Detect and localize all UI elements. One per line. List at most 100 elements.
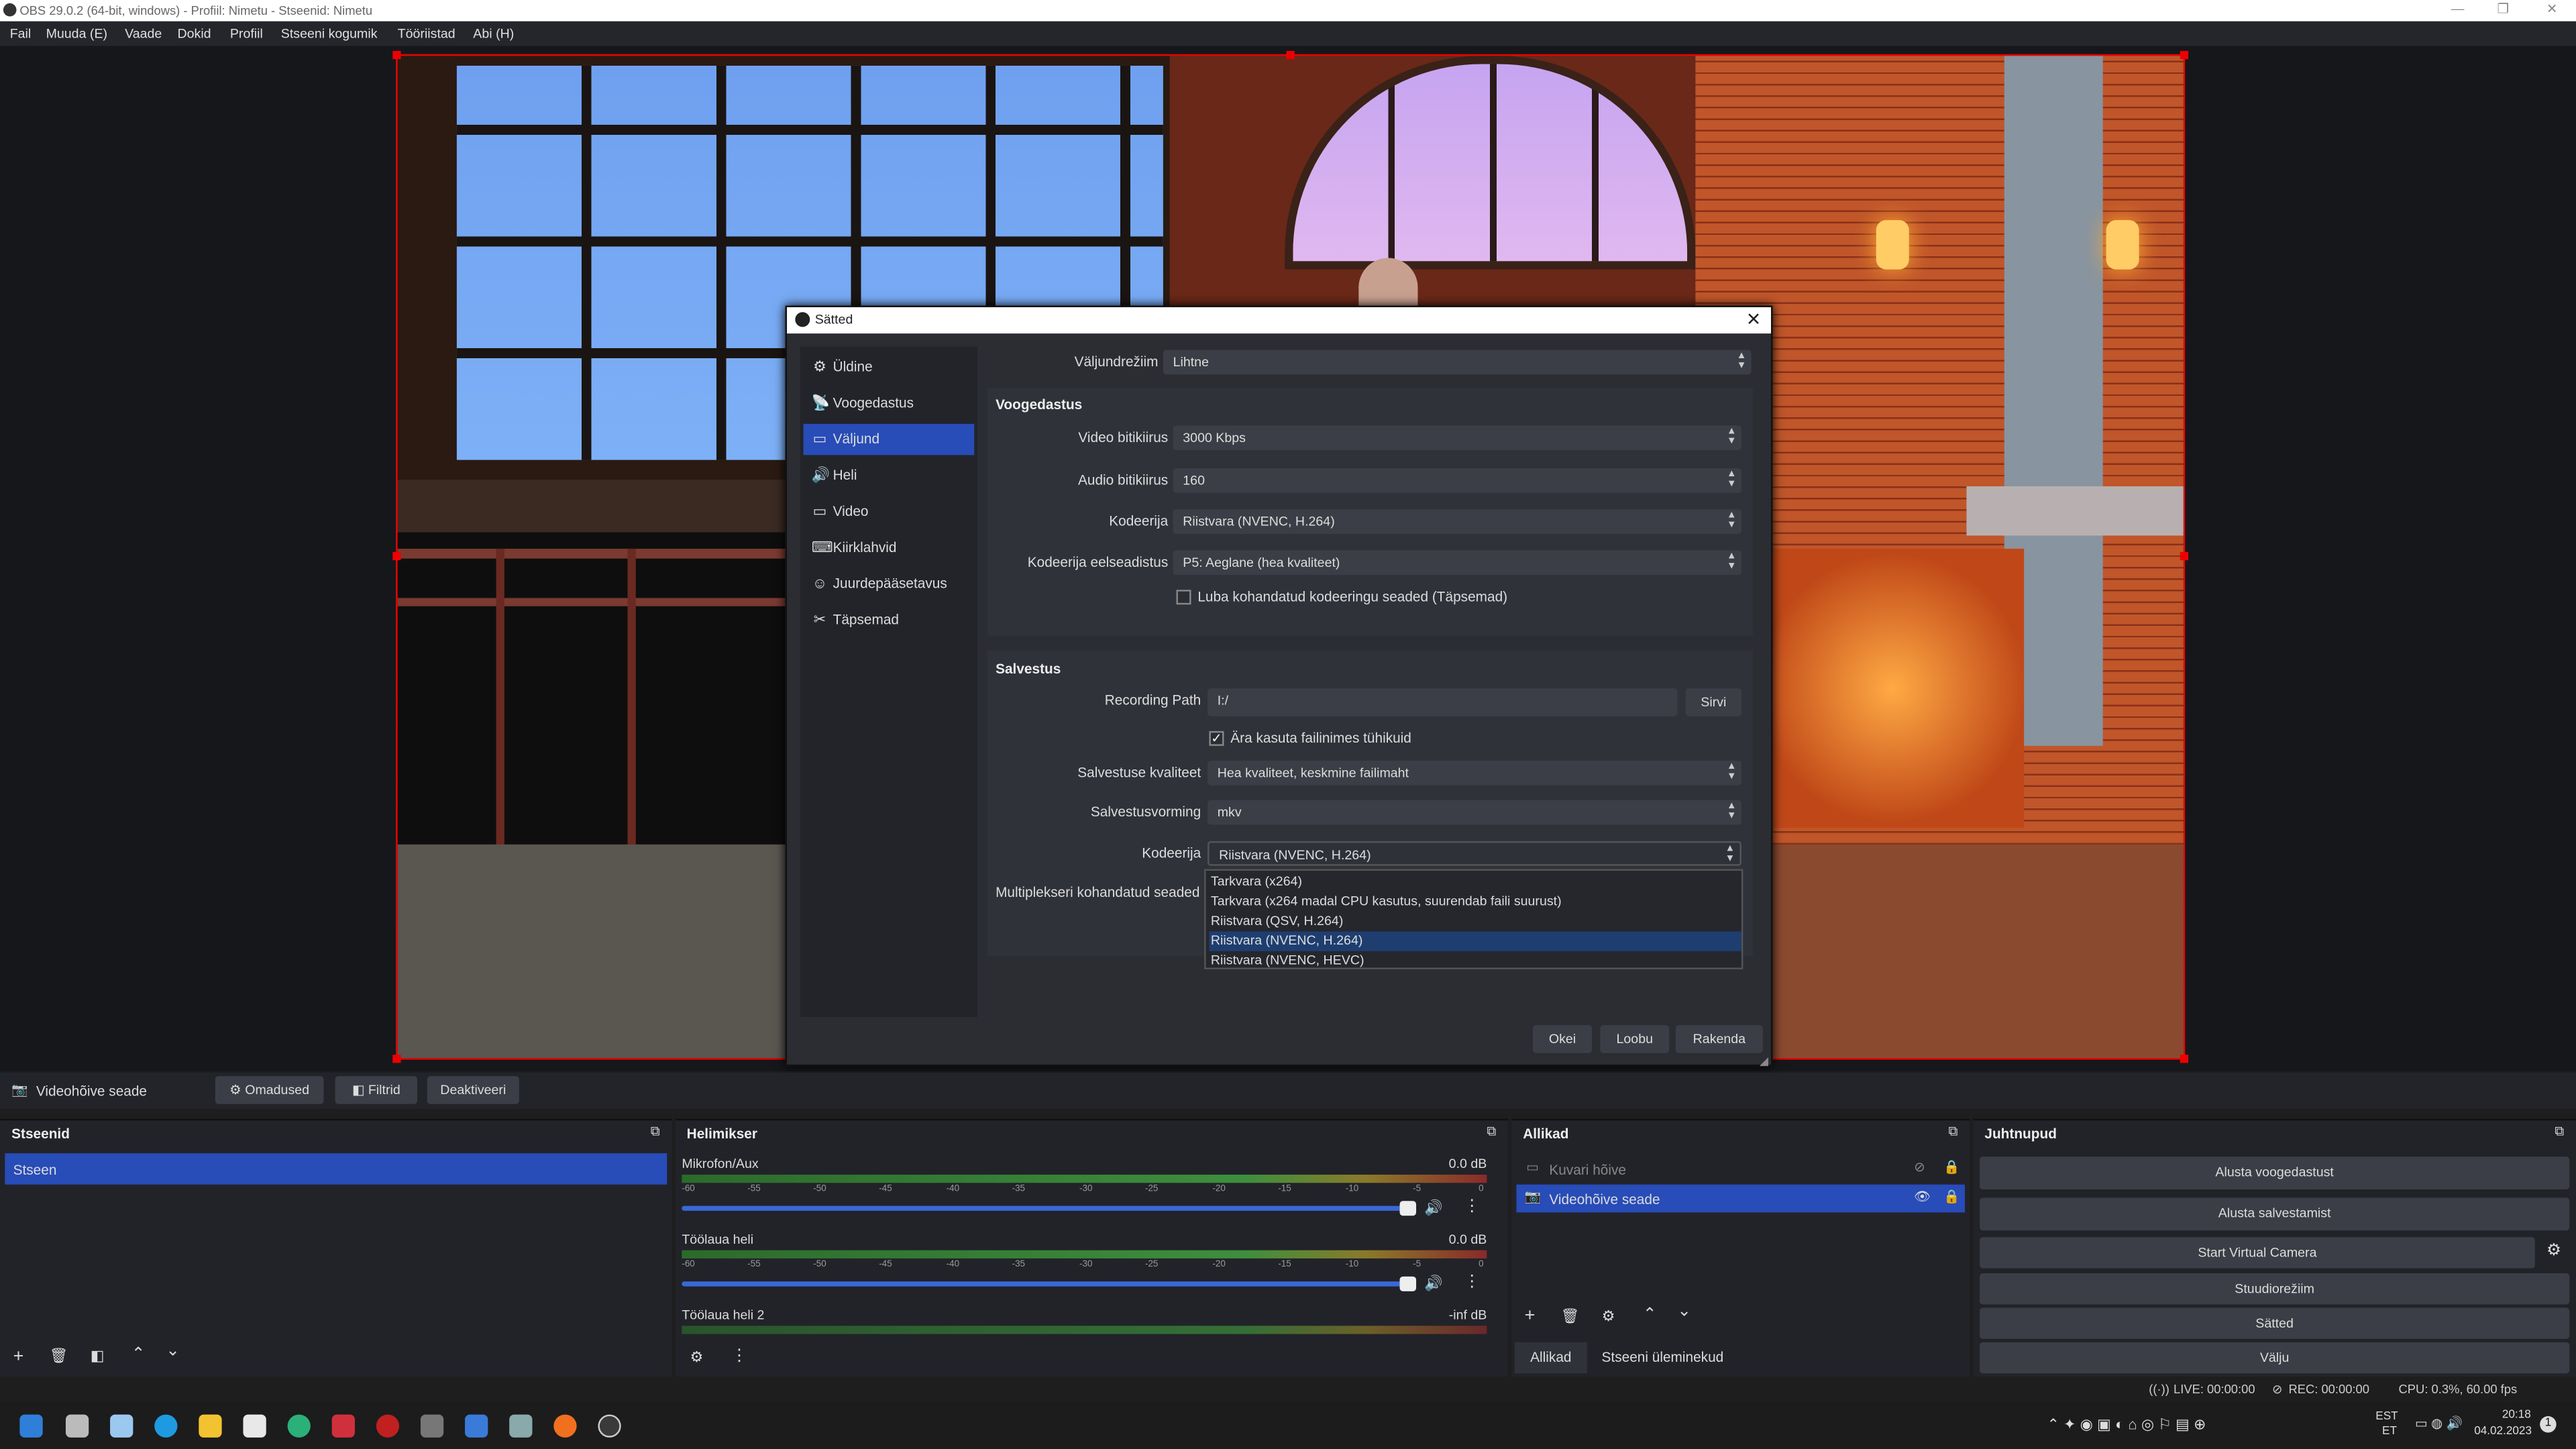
task-view-icon[interactable] [65,1414,89,1438]
lock-icon[interactable]: 🔒 [1943,1160,1960,1175]
video-bitrate-spinbox[interactable]: 3000 Kbps ▲ ▼ [1173,425,1741,451]
settings-button[interactable]: Sätted [1980,1307,2570,1339]
volume-slider[interactable] [682,1281,1415,1287]
volume-slider-handle[interactable] [1399,1276,1417,1291]
properties-button[interactable]: ⚙ Omadused [215,1076,324,1104]
resize-handle[interactable] [2180,1055,2189,1063]
resize-handle[interactable] [1286,50,1295,60]
language-indicator[interactable]: EST [2375,1411,2398,1423]
app-icon[interactable] [465,1414,488,1438]
nav-item-accessibility[interactable]: ☺ Juurdepääsetavus [804,568,975,600]
recording-path-input[interactable]: I:/ [1208,688,1678,716]
close-icon[interactable]: ✕ [1746,309,1762,330]
browse-button[interactable]: Sirvi [1685,688,1741,716]
encoder-option[interactable]: Riistvara (NVENC, HEVC) [1209,951,1741,971]
file-explorer-icon[interactable] [199,1414,222,1438]
encoder-option[interactable]: Tarkvara (x264 madal CPU kasutus, suuren… [1209,892,1741,912]
resize-handle[interactable] [2180,551,2189,561]
output-mode-select[interactable]: Lihtne ▲ ▼ [1163,350,1752,375]
advanced-audio-gear-icon[interactable]: ⚙ [690,1349,704,1367]
volume-slider-handle[interactable] [1399,1201,1417,1216]
resize-handle[interactable] [392,1055,401,1063]
kebab-menu-icon[interactable]: ⋮ [1464,1197,1480,1216]
store-icon[interactable] [243,1414,266,1438]
studio-mode-button[interactable]: Stuudiorežiim [1980,1273,2570,1305]
volume-slider[interactable] [682,1205,1415,1211]
recording-quality-select[interactable]: Hea kvaliteet, keskmine failimaht ▲ ▼ [1208,760,1741,786]
undock-icon[interactable]: ⧉ [2555,1124,2564,1140]
eye-icon[interactable]: 👁 [1914,1189,1931,1204]
recording-encoder-select[interactable]: Riistvara (NVENC, H.264) ▲ ▼ [1208,841,1741,866]
speaker-icon[interactable]: 🔊 [1424,1275,1442,1293]
apply-button[interactable]: Rakenda [1675,1025,1763,1053]
resize-handle[interactable] [392,551,401,561]
chevron-up-icon[interactable]: ⌃ [1643,1306,1657,1324]
app-icon[interactable] [376,1414,400,1438]
lock-icon[interactable]: 🔒 [1943,1189,1960,1204]
encoder-preset-select[interactable]: P5: Aeglane (hea kvaliteet) ▲ ▼ [1173,550,1741,576]
weather-icon[interactable] [110,1414,133,1438]
network-volume-icons[interactable]: ▭ ◍ 🔊 [2415,1416,2463,1431]
stream-encoder-select[interactable]: Riistvara (NVENC, H.264) ▲ ▼ [1173,509,1741,534]
clock-date[interactable]: 04.02.2023 [2474,1426,2532,1438]
undock-icon[interactable]: ⧉ [651,1124,660,1140]
nav-item-stream[interactable]: 📡 Voogedastus [804,388,975,419]
chevron-down-icon[interactable]: ⌄ [166,1342,180,1360]
encoder-option[interactable]: Riistvara (QSV, H.264) [1209,912,1741,931]
notification-badge[interactable]: 1 [2540,1416,2557,1433]
edge-icon[interactable] [154,1414,178,1438]
close-window-icon[interactable]: ✕ [2546,1,2557,16]
eye-hidden-icon[interactable]: ⊘ [1914,1160,1925,1175]
encoder-option[interactable]: Tarkvara (x264) [1209,872,1741,892]
ok-button[interactable]: Okei [1532,1025,1593,1053]
source-item[interactable]: ▭ Kuvari hõive ⊘ 🔒 [1516,1155,1965,1183]
menu-help[interactable]: Abi (H) [473,26,514,41]
chevron-up-icon[interactable]: ⌃ [131,1346,146,1364]
resize-handle[interactable] [2180,50,2189,60]
clock-time[interactable]: 20:18 [2502,1409,2531,1421]
chevron-down-icon[interactable]: ⌄ [1677,1303,1691,1321]
nav-item-video[interactable]: ▭ Video [804,496,975,528]
menu-profile[interactable]: Profiil [230,26,263,41]
gear-icon[interactable]: ⚙ [1602,1307,1615,1326]
add-icon[interactable]: + [1525,1306,1536,1326]
start-virtual-camera-button[interactable]: Start Virtual Camera [1980,1237,2535,1269]
obs-taskbar-icon[interactable] [598,1414,621,1438]
menu-edit[interactable]: Muuda (E) [46,26,107,41]
scene-item[interactable]: Stseen [5,1153,667,1185]
nav-item-audio[interactable]: 🔊 Heli [804,460,975,492]
encoder-option-selected[interactable]: Riistvara (NVENC, H.264) [1209,931,1741,951]
speaker-icon[interactable]: 🔊 [1424,1199,1442,1218]
app-icon[interactable] [287,1414,311,1438]
add-icon[interactable]: + [13,1347,24,1366]
resize-grip-icon[interactable]: ◢ [1760,1055,1768,1068]
nav-item-output[interactable]: ▭ Väljund [803,423,975,455]
menu-scene-collection[interactable]: Stseeni kogumik [281,26,378,41]
cancel-button[interactable]: Loobu [1600,1025,1670,1053]
tab-scene-transitions[interactable]: Stseeni üleminekud [1594,1342,1732,1374]
restore-icon[interactable]: ❐ [2497,1,2509,16]
audio-bitrate-select[interactable]: 160 ▲ ▼ [1173,468,1741,493]
nav-item-advanced[interactable]: ✂ Täpsemad [804,604,975,636]
no-spaces-checkbox[interactable]: ✓ [1209,731,1224,746]
undock-icon[interactable]: ⧉ [1949,1124,1958,1140]
menu-tools[interactable]: Tööriistad [398,26,455,41]
app-icon[interactable] [509,1414,533,1438]
tray-icons[interactable]: ⌃ ✦ ◉ ▣ ◐ ⌂ ◎ ⚐ ▤ ⊕ [2047,1416,2206,1434]
app-icon[interactable] [331,1414,355,1438]
nav-item-general[interactable]: ⚙ Üldine [804,352,975,383]
minimize-icon[interactable]: — [2451,1,2465,16]
start-recording-button[interactable]: Alusta salvestamist [1980,1197,2570,1231]
exit-button[interactable]: Välju [1980,1342,2570,1374]
menu-view[interactable]: Vaade [125,26,162,41]
virtual-camera-settings-gear-icon[interactable]: ⚙ [2546,1242,2561,1260]
kebab-menu-icon[interactable]: ⋮ [731,1347,747,1365]
kebab-menu-icon[interactable]: ⋮ [1464,1273,1480,1291]
menu-docks[interactable]: Dokid [177,26,211,41]
nav-item-hotkeys[interactable]: ⌨ Kiirklahvid [804,532,975,564]
menu-file[interactable]: Fail [10,26,32,41]
app-icon[interactable] [420,1414,444,1438]
source-item-selected[interactable]: 📷 Videohõive seade 👁 🔒 [1516,1184,1966,1213]
trash-icon[interactable]: 🗑 [1561,1307,1580,1326]
resize-handle[interactable] [392,50,401,60]
